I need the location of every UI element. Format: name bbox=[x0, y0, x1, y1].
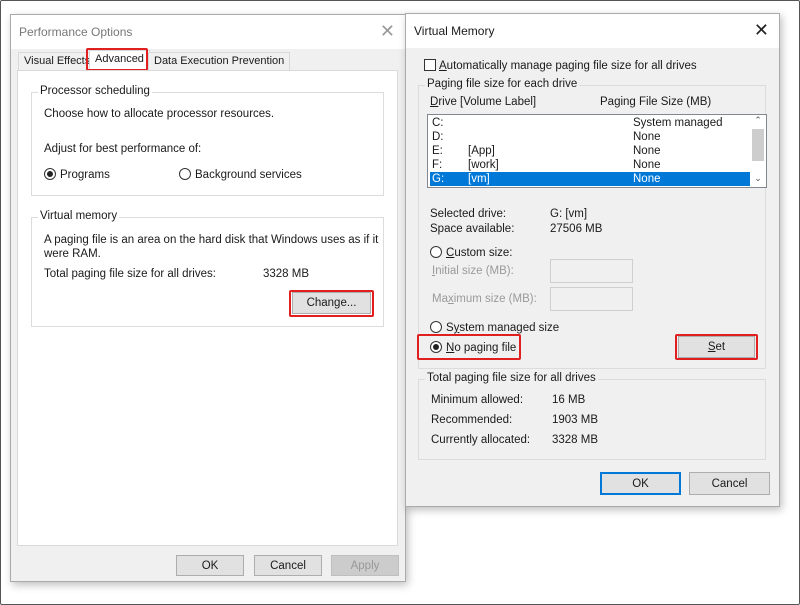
vm-desc-line1: A paging file is an area on the hard dis… bbox=[44, 234, 379, 246]
recommended-value: 1903 MB bbox=[552, 414, 599, 426]
vm-ok-button[interactable]: OK bbox=[600, 472, 681, 495]
ok-button[interactable]: OK bbox=[176, 555, 244, 576]
column-drive: Drive [Volume Label] bbox=[430, 96, 536, 108]
radio-selected-icon bbox=[44, 168, 56, 180]
radio-custom-size[interactable]: Custom size: bbox=[430, 246, 512, 259]
field-label: nitial size (MB): bbox=[435, 265, 514, 277]
initial-size-label: Initial size (MB): bbox=[432, 265, 514, 277]
radio-selected-icon bbox=[430, 341, 442, 353]
tab-data-execution-prevention[interactable]: Data Execution Prevention bbox=[148, 52, 291, 70]
selected-drive-value: G: [vm] bbox=[550, 208, 588, 220]
scroll-thumb[interactable] bbox=[752, 129, 764, 161]
maximum-size-input[interactable] bbox=[550, 287, 633, 311]
radio-background-services[interactable]: Background services bbox=[179, 168, 302, 181]
radio-icon bbox=[430, 246, 442, 258]
drive-row[interactable]: E: [App] None bbox=[430, 144, 750, 158]
checkbox-icon bbox=[424, 59, 436, 71]
volume-label: [App] bbox=[468, 145, 495, 157]
button-label: et bbox=[715, 341, 726, 353]
maximum-size-label: Maximum size (MB): bbox=[432, 293, 537, 305]
paging-size: None bbox=[633, 131, 661, 143]
minimum-allowed-value: 16 MB bbox=[552, 394, 586, 406]
drive-letter: G: bbox=[432, 173, 445, 185]
paging-size: System managed bbox=[633, 117, 723, 129]
change-button[interactable]: Change... bbox=[292, 292, 371, 314]
vm-desc-line2: were RAM. bbox=[44, 248, 101, 260]
radio-label: Programs bbox=[60, 169, 110, 181]
drive-row[interactable]: F: [work] None bbox=[430, 158, 750, 172]
currently-allocated-label: Currently allocated: bbox=[431, 434, 531, 446]
total-paging-value: 3328 MB bbox=[263, 268, 310, 280]
group-title: Virtual memory bbox=[38, 210, 120, 222]
radio-programs[interactable]: Programs bbox=[44, 168, 110, 181]
window-title: Performance Options bbox=[19, 25, 133, 39]
space-available-label: Space available: bbox=[430, 223, 515, 235]
group-title: Total paging file size for all drives bbox=[425, 372, 598, 384]
minimum-allowed-label: Minimum allowed: bbox=[431, 394, 524, 406]
drive-letter: F: bbox=[432, 159, 443, 171]
total-paging-label: Total paging file size for all drives: bbox=[44, 268, 216, 280]
processor-desc: Choose how to allocate processor resourc… bbox=[44, 108, 275, 120]
accel-key: A bbox=[439, 60, 447, 72]
drive-letter: D: bbox=[432, 131, 444, 143]
recommended-label: Recommended: bbox=[431, 414, 513, 426]
paging-size: None bbox=[633, 159, 661, 171]
paging-size: None bbox=[633, 145, 661, 157]
paging-size: None bbox=[633, 173, 661, 185]
currently-allocated-value: 3328 MB bbox=[552, 434, 599, 446]
field-label: imum size (MB): bbox=[453, 293, 537, 305]
accel-key: S bbox=[707, 341, 716, 353]
scroll-down-icon[interactable]: ⌄ bbox=[750, 173, 766, 185]
space-available-value: 27506 MB bbox=[550, 223, 603, 235]
vm-cancel-button[interactable]: Cancel bbox=[689, 472, 770, 495]
radio-no-paging-file[interactable]: No paging file bbox=[430, 341, 516, 354]
label-part: Ma bbox=[432, 293, 448, 305]
checkbox-label: utomatically manage paging file size for… bbox=[446, 60, 697, 72]
radio-icon bbox=[430, 321, 442, 333]
title-bar: Performance Options ✕ bbox=[11, 15, 405, 49]
window-title: Virtual Memory bbox=[414, 24, 495, 38]
close-icon[interactable]: ✕ bbox=[754, 21, 769, 39]
set-button[interactable]: Set bbox=[678, 336, 755, 358]
radio-label: o paging file bbox=[454, 342, 517, 354]
tab-visual-effects[interactable]: Visual Effects bbox=[18, 52, 97, 70]
close-icon[interactable]: ✕ bbox=[380, 22, 395, 40]
radio-label: ustom size: bbox=[454, 247, 513, 259]
group-title: Processor scheduling bbox=[38, 85, 152, 97]
radio-label: stem managed size bbox=[459, 322, 560, 334]
group-title: Paging file size for each drive bbox=[425, 78, 580, 90]
title-bar: Virtual Memory ✕ bbox=[406, 14, 779, 48]
drive-letter: E: bbox=[432, 145, 443, 157]
drive-row[interactable]: C: System managed bbox=[430, 116, 750, 130]
label-part: S bbox=[446, 322, 454, 334]
radio-label: Background services bbox=[195, 169, 302, 181]
drive-list[interactable]: C: System managed D: None E: [App] None F: [work… bbox=[427, 114, 767, 188]
column-paging-size: Paging File Size (MB) bbox=[600, 96, 712, 108]
apply-button[interactable]: Apply bbox=[331, 555, 399, 576]
volume-label: [work] bbox=[468, 159, 499, 171]
column-label: rive [Volume Label] bbox=[438, 96, 537, 108]
volume-label: [vm] bbox=[468, 173, 490, 185]
drive-row[interactable]: G: [vm] None bbox=[430, 172, 750, 186]
adjust-label: Adjust for best performance of: bbox=[44, 143, 202, 155]
cancel-button[interactable]: Cancel bbox=[254, 555, 322, 576]
scrollbar[interactable]: ⌃ ⌄ bbox=[750, 115, 766, 187]
selected-drive-label: Selected drive: bbox=[430, 208, 507, 220]
radio-system-managed[interactable]: System managed size bbox=[430, 321, 559, 334]
initial-size-input[interactable] bbox=[550, 259, 633, 283]
drive-row[interactable]: D: None bbox=[430, 130, 750, 144]
radio-icon bbox=[179, 168, 191, 180]
scroll-up-icon[interactable]: ⌃ bbox=[750, 115, 766, 129]
drive-letter: C: bbox=[432, 117, 444, 129]
auto-manage-checkbox[interactable]: Automatically manage paging file size fo… bbox=[424, 59, 697, 72]
tab-advanced[interactable]: Advanced bbox=[89, 50, 150, 71]
